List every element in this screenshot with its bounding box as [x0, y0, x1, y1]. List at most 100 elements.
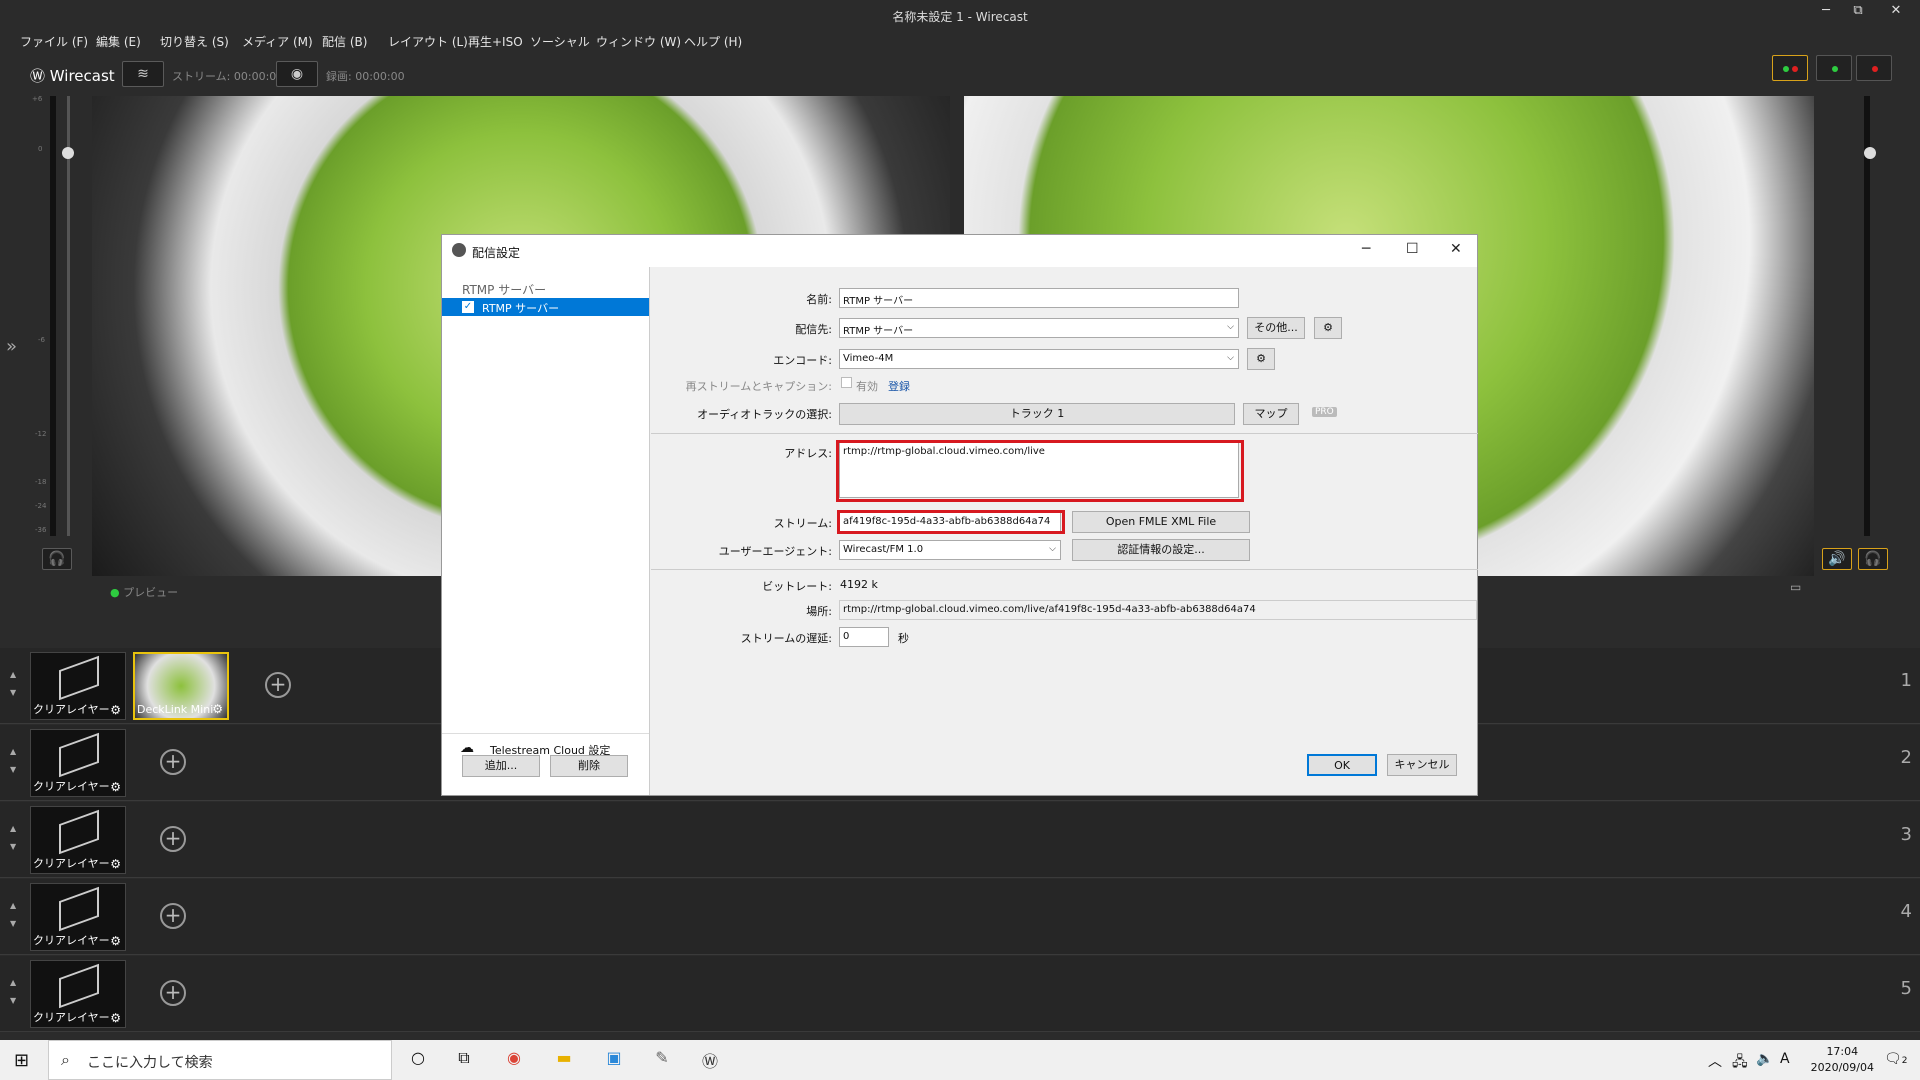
minimize-button[interactable]: ─ — [1810, 0, 1842, 24]
stream-key-label: ストリーム: — [773, 517, 832, 530]
layer-reorder-arrows[interactable]: ▲ ▼ — [10, 743, 16, 779]
file-explorer-icon[interactable]: ▬ — [550, 1048, 578, 1072]
encode-select[interactable]: Vimeo-4M ⌵ — [839, 349, 1239, 369]
register-link[interactable]: 登録 — [888, 378, 910, 394]
map-button[interactable]: マップ — [1243, 403, 1299, 425]
name-input[interactable]: RTMP サーバー — [839, 288, 1239, 308]
network-icon[interactable]: 🖧 — [1732, 1051, 1748, 1075]
right-headphone-button[interactable]: 🎧 — [1858, 548, 1888, 570]
add-shot-button[interactable]: + — [160, 903, 186, 929]
cortana-icon[interactable]: ○ — [404, 1048, 432, 1072]
ime-indicator[interactable]: A — [1780, 1051, 1790, 1067]
add-shot-button[interactable]: + — [265, 672, 291, 698]
dialog-title-bar: 配信設定 ─ ☐ ✕ — [442, 235, 1477, 267]
menu-layout[interactable]: レイアウト (L) — [388, 33, 468, 50]
destination-select[interactable]: RTMP サーバー ⌵ — [839, 318, 1239, 338]
delay-input[interactable]: 0 — [839, 627, 889, 647]
shot-thumbnail[interactable]: クリアレイヤー ⚙ — [30, 883, 126, 951]
add-shot-button[interactable]: + — [160, 749, 186, 775]
dialog-minimize-button[interactable]: ─ — [1362, 241, 1370, 257]
menu-help[interactable]: ヘルプ (H) — [684, 33, 742, 50]
clear-layer-icon — [59, 732, 99, 778]
close-button[interactable]: ✕ — [1880, 0, 1912, 24]
divider — [651, 569, 1478, 570]
menu-broadcast[interactable]: 配信 (B) — [322, 33, 367, 50]
encode-label: エンコード: — [773, 354, 832, 367]
dialog-close-button[interactable]: ✕ — [1450, 241, 1462, 257]
delete-button[interactable]: 削除 — [550, 755, 628, 777]
windows-start-icon[interactable]: ⊞ — [14, 1050, 29, 1071]
gear-icon[interactable]: ⚙ — [110, 1011, 121, 1025]
destination-gear-button[interactable]: ⚙ — [1314, 317, 1342, 339]
menu-playback-iso[interactable]: 再生+ISO — [468, 33, 523, 50]
list-item-rtmp[interactable]: ✓ RTMP サーバー — [442, 298, 649, 316]
left-headphone-button[interactable]: 🎧 — [42, 548, 72, 570]
menu-file[interactable]: ファイル (F) — [20, 33, 88, 50]
left-volume-track[interactable] — [67, 96, 70, 536]
app-icon[interactable]: ▣ — [600, 1048, 628, 1072]
layer-reorder-arrows[interactable]: ▲ ▼ — [10, 974, 16, 1010]
expand-sidebar-icon[interactable]: » — [6, 336, 17, 357]
right-volume-knob[interactable] — [1864, 147, 1876, 159]
logo-text: Wirecast — [49, 67, 115, 85]
chrome-icon[interactable]: ◉ — [500, 1048, 528, 1072]
gear-icon[interactable]: ⚙ — [110, 703, 121, 717]
toolbar: Ⓦ Wirecast ≋ ストリーム: 00:00:00 ◉ 録画: 00:00… — [0, 55, 1920, 91]
layer-reorder-arrows[interactable]: ▲ ▼ — [10, 897, 16, 933]
task-view-icon[interactable]: ⧉ — [450, 1048, 478, 1072]
status-lights-2[interactable] — [1816, 55, 1852, 81]
add-shot-button[interactable]: + — [160, 980, 186, 1006]
left-volume-knob[interactable] — [62, 147, 74, 159]
layer-reorder-arrows[interactable]: ▲ ▼ — [10, 666, 16, 702]
menu-media[interactable]: メディア (M) — [242, 33, 313, 50]
menu-window[interactable]: ウィンドウ (W) — [596, 33, 681, 50]
taskbar-clock[interactable]: 17:04 2020/09/04 — [1811, 1044, 1874, 1076]
restore-button[interactable]: ⧉ — [1842, 0, 1874, 24]
shot-thumbnail[interactable]: クリアレイヤー ⚙ — [30, 652, 126, 720]
tray-chevron-icon[interactable]: ︿ — [1708, 1051, 1722, 1071]
auth-settings-button[interactable]: 認証情報の設定... — [1072, 539, 1250, 561]
gear-icon[interactable]: ⚙ — [110, 780, 121, 794]
speaker-button[interactable]: 🔊 — [1822, 548, 1852, 570]
ok-button[interactable]: OK — [1307, 754, 1377, 776]
paint-icon[interactable]: ✎ — [648, 1048, 676, 1072]
output-list-pane: RTMP サーバー ✓ RTMP サーバー ☁ Telestream Cloud 設… — [442, 267, 650, 795]
audio-track-select[interactable]: トラック 1 — [839, 403, 1235, 425]
shot-thumbnail[interactable]: クリアレイヤー ⚙ — [30, 960, 126, 1028]
menu-social[interactable]: ソーシャル — [530, 33, 590, 50]
menu-edit[interactable]: 編集 (E) — [96, 33, 141, 50]
volume-icon[interactable]: 🔈 — [1756, 1051, 1773, 1067]
menu-switch[interactable]: 切り替え (S) — [160, 33, 229, 50]
other-button[interactable]: その他... — [1247, 317, 1305, 339]
notification-icon[interactable]: 🗨2 — [1884, 1051, 1908, 1067]
taskbar-search[interactable]: ⌕ ここに入力して検索 — [48, 1040, 392, 1080]
gear-icon[interactable]: ⚙ — [110, 934, 121, 948]
delay-unit: 秒 — [898, 632, 909, 645]
status-lights-3[interactable] — [1856, 55, 1892, 81]
user-agent-select[interactable]: Wirecast/FM 1.0 ⌵ — [839, 540, 1061, 560]
clear-layer-icon — [59, 963, 99, 1009]
open-fmle-button[interactable]: Open FMLE XML File — [1072, 511, 1250, 533]
status-lights-1[interactable] — [1772, 55, 1808, 81]
record-toggle-button[interactable]: ◉ — [276, 61, 318, 87]
layer-reorder-arrows[interactable]: ▲ ▼ — [10, 820, 16, 856]
shot-thumbnail[interactable]: クリアレイヤー ⚙ — [30, 806, 126, 874]
stream-toggle-button[interactable]: ≋ — [122, 61, 164, 87]
restream-checkbox[interactable] — [841, 377, 852, 388]
add-shot-button[interactable]: + — [160, 826, 186, 852]
left-meter-label-6: -36 — [35, 526, 47, 534]
enable-checkbox[interactable]: ✓ — [462, 301, 474, 313]
encode-gear-button[interactable]: ⚙ — [1247, 348, 1275, 370]
dialog-title: 配信設定 — [472, 246, 521, 260]
shot-label: クリアレイヤー — [33, 780, 110, 793]
monitor-icon[interactable]: ▭ — [1790, 580, 1801, 594]
wirecast-taskbar-icon[interactable]: Ⓦ — [696, 1048, 724, 1072]
add-button[interactable]: 追加... — [462, 755, 540, 777]
shot-thumbnail-selected[interactable]: DeckLink Mini ⚙ — [133, 652, 229, 720]
cancel-button[interactable]: キャンセル — [1387, 754, 1457, 776]
destination-label: 配信先: — [795, 323, 832, 336]
gear-icon[interactable]: ⚙ — [110, 857, 121, 871]
dialog-maximize-button[interactable]: ☐ — [1406, 241, 1419, 257]
gear-icon[interactable]: ⚙ — [212, 702, 223, 716]
shot-thumbnail[interactable]: クリアレイヤー ⚙ — [30, 729, 126, 797]
